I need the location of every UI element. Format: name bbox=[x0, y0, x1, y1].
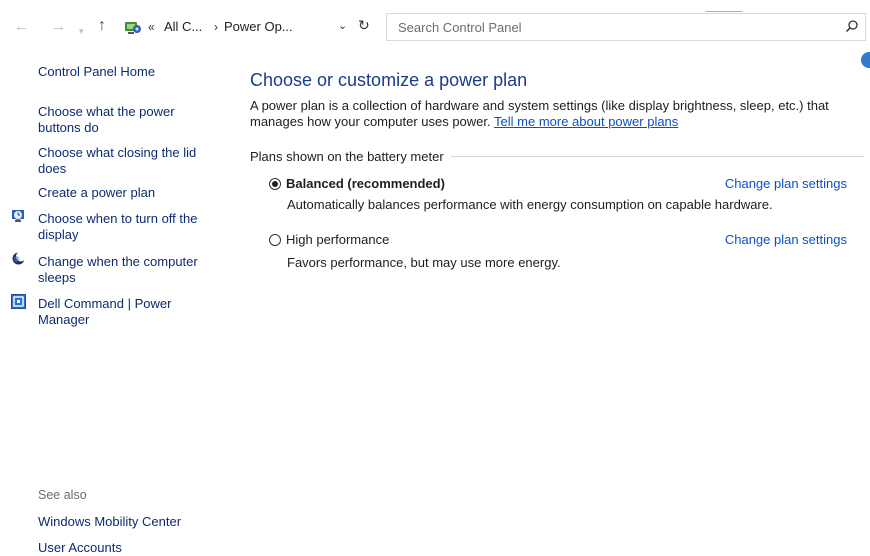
page-description: A power plan is a collection of hardware… bbox=[250, 98, 850, 130]
sidebar-item-display-off[interactable]: Choose when to turn off the display bbox=[38, 211, 213, 243]
display-clock-icon bbox=[12, 210, 24, 222]
see-also-user-accounts[interactable]: User Accounts bbox=[38, 540, 213, 556]
moon-sleep-icon bbox=[12, 251, 26, 265]
back-arrow-icon[interactable]: ← bbox=[14, 19, 29, 35]
plan-high-performance-description: Favors performance, but may use more ene… bbox=[287, 255, 561, 270]
page-title: Choose or customize a power plan bbox=[250, 70, 528, 90]
breadcrumb-overflow[interactable]: « bbox=[148, 20, 155, 34]
recent-locations-chevron-icon[interactable]: ▾ bbox=[79, 23, 84, 39]
sidebar-item-label: Manager bbox=[38, 312, 90, 327]
sidebar-item-label: does bbox=[38, 161, 67, 176]
sidebar-item-label: Choose what the power bbox=[38, 104, 175, 119]
control-panel-icon bbox=[125, 22, 141, 34]
address-bar: ← → ▾ ↑ « All C... › Power Op... ⌄ ↻ bbox=[0, 0, 870, 50]
search-icon[interactable] bbox=[845, 19, 859, 33]
plan-high-performance-radio[interactable] bbox=[269, 234, 281, 246]
search-box[interactable] bbox=[386, 13, 866, 41]
learn-more-link[interactable]: Tell me more about power plans bbox=[494, 114, 678, 129]
sidebar-item-label: Change when the computer bbox=[38, 254, 198, 269]
search-input[interactable] bbox=[387, 14, 838, 40]
dell-command-icon bbox=[11, 294, 26, 309]
see-also-mobility-center[interactable]: Windows Mobility Center bbox=[38, 514, 213, 530]
sidebar-item-label: buttons do bbox=[38, 120, 99, 135]
breadcrumb-power-options[interactable]: Power Op... bbox=[224, 19, 293, 34]
plan-high-performance-change-settings-link[interactable]: Change plan settings bbox=[725, 232, 847, 247]
plan-balanced-radio[interactable] bbox=[269, 178, 281, 190]
sidebar-item-label: Dell Command | Power bbox=[38, 296, 172, 311]
sidebar-item-label: Choose when to turn off the bbox=[38, 211, 198, 226]
see-also-heading: See also bbox=[38, 488, 87, 502]
refresh-icon[interactable]: ↻ bbox=[358, 17, 370, 34]
sidebar-item-computer-sleeps[interactable]: Change when the computer sleeps bbox=[38, 254, 213, 286]
sidebar-item-label: Create a power plan bbox=[38, 185, 156, 200]
breadcrumb-all-control-panel[interactable]: All C... bbox=[164, 19, 202, 34]
sidebar-item-label: display bbox=[38, 227, 79, 242]
breadcrumb-separator[interactable]: › bbox=[214, 20, 218, 34]
plans-group-label: Plans shown on the battery meter bbox=[250, 149, 451, 164]
sidebar-item-dell-command[interactable]: Dell Command | Power Manager bbox=[38, 296, 213, 328]
sidebar-item-label: Choose what closing the lid bbox=[38, 145, 197, 160]
address-dropdown-icon[interactable]: ⌄ bbox=[338, 19, 347, 32]
plan-balanced-change-settings-link[interactable]: Change plan settings bbox=[725, 176, 847, 191]
up-arrow-icon[interactable]: ↑ bbox=[98, 18, 106, 34]
radio-selected-dot bbox=[272, 181, 278, 187]
help-icon[interactable] bbox=[861, 52, 870, 68]
sidebar-item-label: sleeps bbox=[38, 270, 76, 285]
plan-balanced-description: Automatically balances performance with … bbox=[287, 197, 773, 212]
forward-arrow-icon[interactable]: → bbox=[51, 19, 66, 35]
plan-balanced-name[interactable]: Balanced (recommended) bbox=[286, 176, 445, 191]
sidebar-control-panel-home[interactable]: Control Panel Home bbox=[38, 64, 213, 80]
sidebar-item-create-plan[interactable]: Create a power plan bbox=[38, 185, 213, 201]
plan-high-performance-name[interactable]: High performance bbox=[286, 232, 389, 247]
sidebar-item-closing-lid[interactable]: Choose what closing the lid does bbox=[38, 145, 213, 177]
sidebar-item-power-buttons[interactable]: Choose what the power buttons do bbox=[38, 104, 213, 136]
